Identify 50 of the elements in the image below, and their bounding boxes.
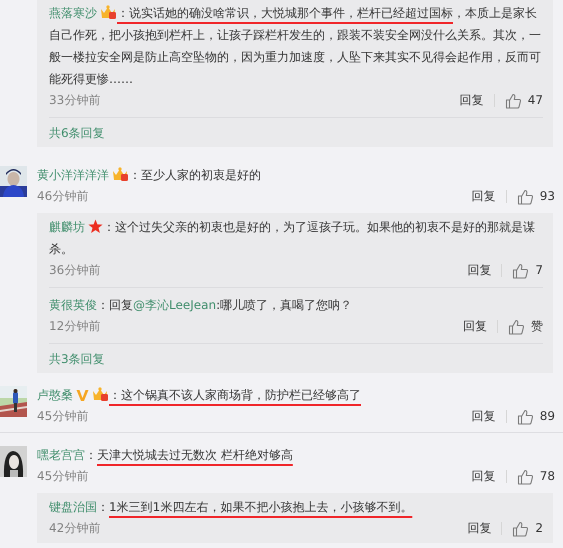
verified-icon <box>76 389 89 402</box>
more-replies-link[interactable]: 共3条回复 <box>49 352 105 366</box>
user-name-link[interactable]: 燕落寒沙 <box>49 6 97 20</box>
thumbs-up-icon[interactable] <box>516 468 534 484</box>
comment-text: 麒麟坊 ：这个过失父亲的初衷也是好的，为了逗孩子玩。如果他的初衷不是好的那就是谋杀。 <box>49 218 536 258</box>
more-replies-link[interactable]: 共6条回复 <box>49 126 105 140</box>
crown-icon <box>112 167 129 182</box>
mention-link[interactable]: @李沁LeeJean <box>133 298 216 312</box>
like-count: 47 <box>528 92 543 109</box>
like-count: 78 <box>540 468 555 485</box>
timestamp: 42分钟前 <box>49 520 100 537</box>
reply-button[interactable]: 回复 <box>472 406 496 427</box>
timestamp: 12分钟前 <box>49 318 100 335</box>
comment-text: 黄很英俊：回复@李沁LeeJean:哪儿喷了，真喝了您呐？ <box>49 297 354 314</box>
reply-button[interactable]: 回复 <box>472 186 496 207</box>
user-name-link[interactable]: 黄小洋洋洋洋 <box>37 168 109 182</box>
comment-text: 嘿老宫宫：天津大悦城去过无数次 栏杆绝对够高 <box>37 447 294 464</box>
like-count: 赞 <box>531 318 543 335</box>
comment-text: 燕落寒沙 ：说实话她的确没啥常识，大悦城那个事件，栏杆已经超过国标，本质上是家长自己作死，把小孩抱到栏杆上，让孩子踩栏杆发生的，跟装不装安全网没什么关系。其次，一般一楼拉安全网是防止高空坠物的，因为重力加速度，人坠下来其实不见得会起作用，反而可能死得更惨…… <box>49 4 542 88</box>
user-name-link[interactable]: 麒麟坊 <box>49 220 85 234</box>
reply-button[interactable]: 回复 <box>463 316 487 337</box>
timestamp: 36分钟前 <box>49 262 100 279</box>
reply-button[interactable]: 回复 <box>467 518 492 539</box>
crown-icon <box>100 5 117 20</box>
user-name-link[interactable]: 嘿老宫宫 <box>37 448 85 462</box>
thumbs-up-icon[interactable] <box>516 408 534 424</box>
reply-button[interactable]: 回复 <box>460 90 484 111</box>
like-count: 93 <box>540 188 555 205</box>
comment-text: 卢憨桑 ：这个锅真不该人家商场背，防护栏已经够高了 <box>37 386 362 404</box>
thumbs-up-icon[interactable] <box>508 318 525 334</box>
timestamp: 33分钟前 <box>49 92 100 109</box>
thumbs-up-icon[interactable] <box>512 262 530 278</box>
user-name-link[interactable]: 卢憨桑 <box>37 388 73 402</box>
comment-text: 黄小洋洋洋洋 ：至少人家的初衷是好的 <box>37 166 262 184</box>
reply-button[interactable]: 回复 <box>472 466 496 487</box>
thumbs-up-icon[interactable] <box>512 520 530 536</box>
timestamp: 45分钟前 <box>37 468 88 485</box>
thumbs-up-icon[interactable] <box>516 188 534 204</box>
like-count: 2 <box>535 520 543 537</box>
like-count: 7 <box>535 262 543 279</box>
like-count: 89 <box>540 408 555 425</box>
crown-icon <box>92 387 109 402</box>
reply-button[interactable]: 回复 <box>467 260 492 281</box>
user-name-link[interactable]: 黄很英俊 <box>49 298 97 312</box>
timestamp: 46分钟前 <box>37 188 88 205</box>
star-icon <box>88 219 103 234</box>
thumbs-up-icon[interactable] <box>504 92 522 108</box>
timestamp: 45分钟前 <box>37 408 88 425</box>
comment-text: 键盘治国：1米三到1米四左右，如果不把小孩抱上去，小孩够不到。 <box>49 499 414 516</box>
user-name-link[interactable]: 键盘治国 <box>49 500 97 514</box>
